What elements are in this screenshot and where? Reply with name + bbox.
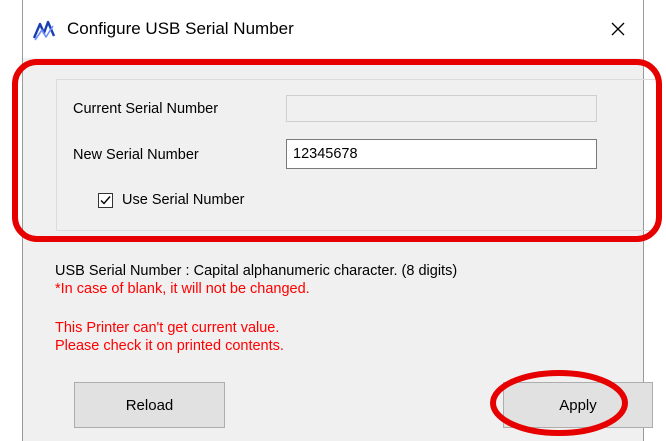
window-title: Configure USB Serial Number [67,19,294,38]
blank-note: *In case of blank, it will not be change… [55,281,310,297]
warning-line-2: Please check it on printed contents. [55,338,284,354]
current-serial-label: Current Serial Number [73,101,219,117]
use-serial-label: Use Serial Number [122,192,245,208]
use-serial-checkbox[interactable] [98,193,113,208]
current-serial-field[interactable] [286,95,597,122]
dialog-window: Configure USB Serial Number Current Seri… [22,0,658,441]
warning-line-1: This Printer can't get current value. [55,320,280,336]
new-serial-field[interactable] [286,139,597,169]
app-logo-icon [32,18,56,42]
close-icon [611,22,625,36]
checkmark-icon [100,196,111,205]
reload-button[interactable]: Reload [74,382,225,428]
apply-button[interactable]: Apply [503,382,653,428]
new-serial-label: New Serial Number [73,147,199,163]
close-button[interactable] [593,0,643,58]
format-note: USB Serial Number : Capital alphanumeric… [55,263,458,279]
title-bar: Configure USB Serial Number [23,0,643,58]
